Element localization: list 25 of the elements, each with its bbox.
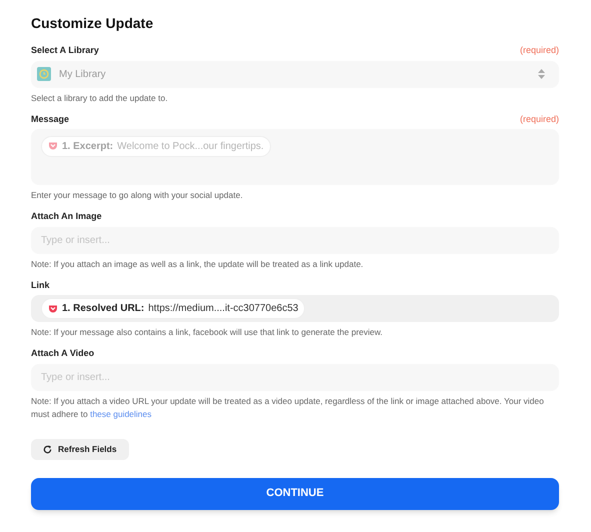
field-label: Select A Library — [31, 44, 99, 57]
page-title: Customize Update — [31, 14, 154, 33]
refresh-button[interactable]: Refresh Fields — [31, 438, 129, 460]
field-label: Attach A Video — [31, 347, 94, 360]
input-field[interactable]: 1. Resolved URL: https://medium....it-cc30770e6c53 — [31, 295, 559, 322]
field-label: Link — [31, 278, 50, 292]
help-text: Note: If you attach a video URL your update will be treated as a video update, regardless of the link or image attached above. Your video must adhere to these guidelines — [31, 394, 545, 420]
guidelines-link[interactable]: these guidelines — [90, 408, 152, 418]
help-text: Enter your message to go along with your social update. — [31, 189, 244, 202]
field-label: Attach An Image — [31, 210, 102, 223]
help-text: Note: If your message also contains a link, facebook will use that link to generate the preview. — [31, 326, 384, 339]
refresh-icon — [43, 444, 52, 454]
clock-icon — [37, 67, 51, 81]
help-text: Select a library to add the update to. — [31, 92, 169, 104]
required-note: (required) — [520, 44, 559, 57]
pocket-icon — [48, 141, 58, 151]
field-token: 1. Resolved URL: https://medium....it-cc30770e6c53 — [41, 298, 306, 319]
required-note: (required) — [520, 112, 559, 126]
help-text: Note: If you attach an image as well as a link, the update will be treated as a link update. — [31, 258, 364, 270]
field-token: 1. Excerpt: Welcome to Pock...our fingertips. — [41, 136, 271, 156]
pocket-icon — [48, 304, 58, 314]
sort-icon — [538, 69, 545, 79]
select-value: My Library — [59, 68, 107, 82]
field-label: Message — [31, 112, 70, 126]
continue-button[interactable]: CONTINUE — [31, 478, 559, 510]
